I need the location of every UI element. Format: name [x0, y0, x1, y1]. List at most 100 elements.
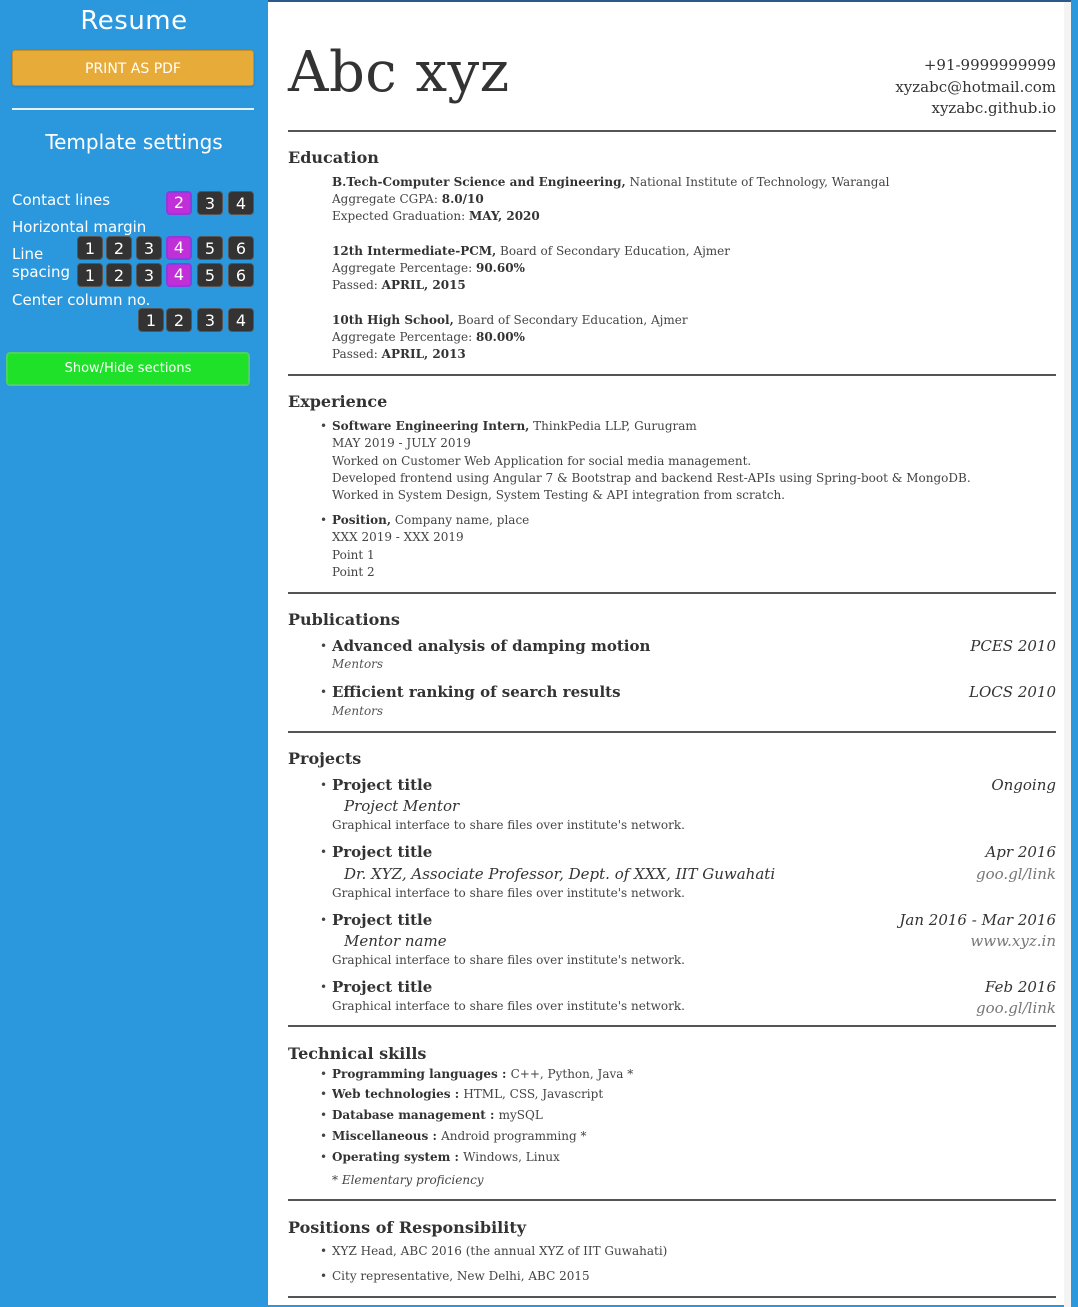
- experience-item-2-point: Point 1: [332, 548, 375, 562]
- line-spacing-option-1[interactable]: 1: [77, 263, 103, 287]
- skill-item: Database management : mySQL: [332, 1108, 543, 1122]
- project-description: Graphical interface to share files over …: [332, 999, 685, 1013]
- skills-heading: Technical skills: [288, 1044, 427, 1063]
- bullet: •: [320, 778, 328, 792]
- skill-item: Miscellaneous : Android programming *: [332, 1129, 587, 1143]
- education-item-2-percentage: Aggregate Percentage: 90.60%: [332, 261, 525, 275]
- bullet: •: [320, 685, 328, 699]
- publication-venue: PCES 2010: [970, 637, 1056, 655]
- section-divider: [288, 1296, 1056, 1298]
- line-spacing-option-3[interactable]: 3: [136, 263, 162, 287]
- project-description: Graphical interface to share files over …: [332, 953, 685, 967]
- print-as-pdf-button[interactable]: PRINT AS PDF: [12, 50, 254, 86]
- horizontal-margin-option-4[interactable]: 4: [166, 236, 192, 260]
- bullet: •: [320, 1067, 328, 1081]
- project-date: Feb 2016: [984, 978, 1056, 996]
- experience-item-1: Software Engineering Intern, ThinkPedia …: [332, 419, 697, 433]
- section-divider: [288, 592, 1056, 594]
- education-item-1-gpa: Aggregate CGPA: 8.0/10: [332, 192, 484, 206]
- project-title: Project title: [332, 978, 433, 996]
- experience-item-2: Position, Company name, place: [332, 513, 530, 527]
- responsibility-heading: Positions of Responsibility: [288, 1218, 527, 1237]
- resume-name: Abc xyz: [288, 40, 510, 105]
- project-mentor: Project Mentor: [344, 797, 460, 815]
- horizontal-margin-option-3[interactable]: 3: [136, 236, 162, 260]
- contact-phone: +91-9999999999: [923, 56, 1056, 74]
- experience-item-1-dates: MAY 2019 - JULY 2019: [332, 436, 471, 450]
- education-item-3-passed: Passed: APRIL, 2013: [332, 347, 466, 361]
- project-date: Jan 2016 - Mar 2016: [899, 911, 1056, 929]
- bullet: •: [320, 1150, 328, 1164]
- bullet: •: [320, 1269, 328, 1283]
- education-item-3-percentage: Aggregate Percentage: 80.00%: [332, 330, 525, 344]
- contact-lines-option-3[interactable]: 3: [197, 191, 223, 215]
- center-column-label: Center column no.: [12, 291, 151, 309]
- page-edge: [1064, 2, 1071, 1307]
- bullet: •: [320, 419, 328, 433]
- sidebar-divider: [12, 108, 254, 110]
- publication-title: Efficient ranking of search results: [332, 683, 621, 701]
- experience-item-1-point: Worked in System Design, System Testing …: [332, 488, 785, 502]
- show-hide-sections-button[interactable]: Show/Hide sections: [6, 352, 250, 386]
- horizontal-margin-option-6[interactable]: 6: [228, 236, 254, 260]
- skills-footnote: * Elementary proficiency: [332, 1173, 484, 1187]
- education-item-3: 10th High School, Board of Secondary Edu…: [332, 313, 688, 327]
- bullet: •: [320, 1108, 328, 1122]
- bullet: •: [320, 913, 328, 927]
- project-description: Graphical interface to share files over …: [332, 818, 685, 832]
- line-spacing-label-spacing: spacing: [12, 263, 70, 281]
- project-title: Project title: [332, 776, 433, 794]
- center-column-option-3[interactable]: 3: [197, 308, 223, 332]
- section-divider: [288, 731, 1056, 733]
- experience-item-2-dates: XXX 2019 - XXX 2019: [332, 530, 464, 544]
- template-settings-title: Template settings: [45, 130, 223, 154]
- experience-item-2-point: Point 2: [332, 565, 375, 579]
- project-description: Graphical interface to share files over …: [332, 886, 685, 900]
- horizontal-margin-option-1[interactable]: 1: [77, 236, 103, 260]
- publication-venue: LOCS 2010: [969, 683, 1056, 701]
- project-date: Apr 2016: [985, 843, 1056, 861]
- resume-page: Abc xyz +91-9999999999 xyzabc@hotmail.co…: [268, 0, 1071, 1307]
- experience-heading: Experience: [288, 392, 388, 411]
- contact-lines-option-4[interactable]: 4: [228, 191, 254, 215]
- settings-sidebar: Resume PRINT AS PDF Template settings Co…: [0, 0, 268, 1305]
- education-item-1-graduation: Expected Graduation: MAY, 2020: [332, 209, 540, 223]
- project-mentor: Mentor name: [344, 932, 447, 950]
- responsibility-item: XYZ Head, ABC 2016 (the annual XYZ of II…: [332, 1244, 668, 1258]
- bullet: •: [320, 980, 328, 994]
- publications-heading: Publications: [288, 610, 400, 629]
- project-link[interactable]: goo.gl/link: [976, 999, 1056, 1017]
- education-item-2: 12th Intermediate-PCM, Board of Secondar…: [332, 244, 731, 258]
- skill-item: Operating system : Windows, Linux: [332, 1150, 560, 1164]
- project-link[interactable]: www.xyz.in: [970, 932, 1056, 950]
- bullet: •: [320, 1087, 328, 1101]
- line-spacing-option-6[interactable]: 6: [228, 263, 254, 287]
- sidebar-title: Resume: [80, 6, 188, 36]
- education-item-1: B.Tech-Computer Science and Engineering,…: [332, 175, 890, 189]
- bullet: •: [320, 639, 328, 653]
- skill-item: Web technologies : HTML, CSS, Javascript: [332, 1087, 604, 1101]
- line-spacing-option-2[interactable]: 2: [106, 263, 132, 287]
- contact-website[interactable]: xyzabc.github.io: [932, 99, 1057, 117]
- horizontal-margin-option-5[interactable]: 5: [197, 236, 223, 260]
- bullet: •: [320, 845, 328, 859]
- contact-lines-option-2[interactable]: 2: [166, 191, 192, 215]
- center-column-option-2[interactable]: 2: [166, 308, 192, 332]
- project-link[interactable]: goo.gl/link: [976, 865, 1056, 883]
- publication-mentors: Mentors: [332, 657, 384, 671]
- section-divider: [288, 130, 1056, 132]
- publication-title: Advanced analysis of damping motion: [332, 637, 651, 655]
- line-spacing-option-5[interactable]: 5: [197, 263, 223, 287]
- skill-item: Programming languages : C++, Python, Jav…: [332, 1067, 634, 1081]
- center-column-option-4[interactable]: 4: [228, 308, 254, 332]
- education-heading: Education: [288, 148, 379, 167]
- contact-email[interactable]: xyzabc@hotmail.com: [895, 78, 1056, 96]
- line-spacing-label-line: Line: [12, 245, 44, 263]
- line-spacing-option-4[interactable]: 4: [166, 263, 192, 287]
- project-mentor: Dr. XYZ, Associate Professor, Dept. of X…: [344, 865, 776, 883]
- bullet: •: [320, 1244, 328, 1258]
- experience-item-1-point: Developed frontend using Angular 7 & Boo…: [332, 471, 971, 485]
- horizontal-margin-option-2[interactable]: 2: [106, 236, 132, 260]
- center-column-option-1[interactable]: 1: [138, 308, 164, 332]
- contact-lines-label: Contact lines: [12, 191, 111, 209]
